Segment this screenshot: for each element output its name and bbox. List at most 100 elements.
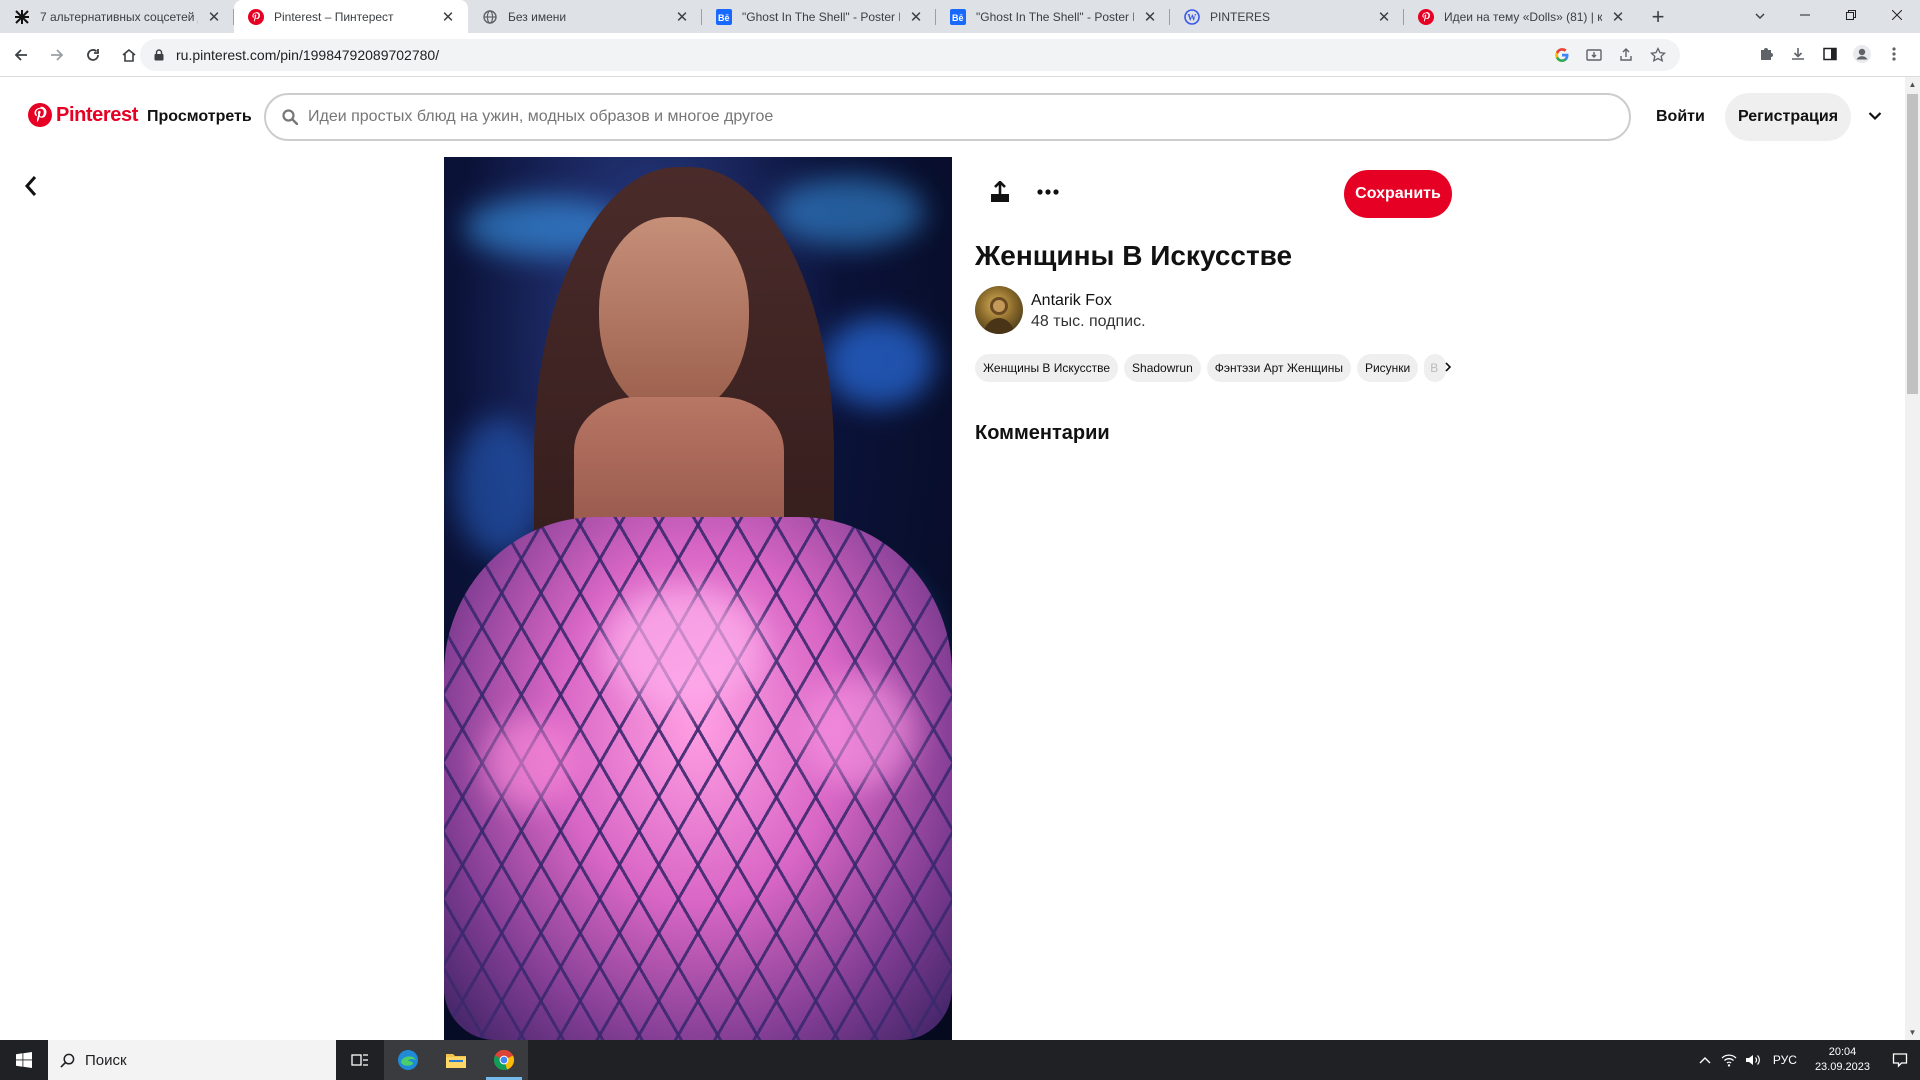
- related-tags: Женщины В Искусстве Shadowrun Фэнтэзи Ар…: [975, 354, 1455, 384]
- windows-start-icon[interactable]: [0, 1040, 48, 1080]
- forward-arrow-icon[interactable]: [42, 40, 72, 70]
- lock-icon: [154, 49, 164, 61]
- behance-icon: Bē: [716, 8, 732, 25]
- reload-icon[interactable]: [78, 40, 108, 70]
- google-translate-icon[interactable]: [1550, 43, 1574, 67]
- pinterest-icon: [1418, 8, 1434, 25]
- pinterest-page: Pinterest Просмотреть Идеи простых блюд …: [0, 77, 1905, 1040]
- notifications-icon[interactable]: [1880, 1040, 1920, 1080]
- task-view-icon[interactable]: [336, 1040, 384, 1080]
- browser-tab-active[interactable]: Pinterest – Пинтерест ✕: [234, 0, 468, 33]
- tab-title: Pinterest – Пинтерест: [274, 9, 394, 24]
- taskbar-search-placeholder: Поиск: [85, 1051, 127, 1069]
- back-arrow-icon[interactable]: [6, 40, 36, 70]
- browser-tab[interactable]: Bē "Ghost In The Shell" - Poster Pos ✕: [702, 0, 936, 33]
- close-tab-icon[interactable]: ✕: [440, 9, 456, 26]
- window-controls: [1782, 0, 1920, 33]
- downloads-icon[interactable]: [1786, 42, 1810, 66]
- tab-title: Идеи на тему «Dolls» (81) | кук: [1444, 9, 1602, 24]
- file-explorer-icon[interactable]: [432, 1040, 480, 1080]
- pinterest-icon: [248, 8, 264, 25]
- new-tab-button[interactable]: +: [1642, 0, 1674, 33]
- clock-date: 23.09.2023: [1814, 1061, 1870, 1073]
- install-app-icon[interactable]: [1582, 43, 1606, 67]
- chrome-icon[interactable]: [480, 1040, 528, 1080]
- scrollbar-thumb[interactable]: [1907, 94, 1918, 394]
- volume-icon[interactable]: [1741, 1040, 1765, 1080]
- edge-browser-icon[interactable]: [384, 1040, 432, 1080]
- wordpress-icon: W: [1184, 8, 1200, 25]
- browse-link[interactable]: Просмотреть: [147, 108, 252, 126]
- close-tab-icon[interactable]: ✕: [1142, 9, 1158, 26]
- pin-title: Женщины В Искусстве: [975, 240, 1293, 271]
- close-tab-icon[interactable]: ✕: [1610, 9, 1626, 26]
- save-pin-button[interactable]: Сохранить: [1344, 170, 1452, 218]
- scroll-up-icon[interactable]: ▲: [1905, 77, 1920, 92]
- url-text: ru.pinterest.com/pin/19984792089702780/: [176, 47, 440, 63]
- side-panel-icon[interactable]: [1818, 42, 1842, 66]
- extensions-area: [1754, 42, 1906, 66]
- system-tray: РУС 20:04 23.09.2023: [1693, 1040, 1920, 1080]
- extensions-puzzle-icon[interactable]: [1754, 42, 1778, 66]
- address-bar[interactable]: ru.pinterest.com/pin/19984792089702780/: [140, 39, 1680, 71]
- browser-tab[interactable]: 7 альтернативных соцсетей для ✕: [0, 0, 234, 33]
- svg-text:W: W: [1187, 12, 1196, 22]
- pinterest-logo-text: Pinterest: [56, 103, 138, 126]
- input-language[interactable]: РУС: [1765, 1053, 1805, 1067]
- tag-chip[interactable]: Фэнтэзи Арт Женщины: [1206, 354, 1351, 382]
- globe-icon: [482, 9, 498, 25]
- tag-chip[interactable]: Женщины В Искусстве: [975, 354, 1119, 382]
- pinterest-logo-icon: [28, 103, 52, 127]
- author-name[interactable]: Antarik Fox: [1031, 292, 1112, 310]
- close-tab-icon[interactable]: ✕: [206, 9, 222, 26]
- close-tab-icon[interactable]: ✕: [1376, 9, 1392, 26]
- behance-icon: Bē: [950, 8, 966, 25]
- more-options-icon[interactable]: [1030, 174, 1066, 210]
- back-arrow-icon[interactable]: [18, 173, 44, 199]
- clock-time: 20:04: [1828, 1046, 1857, 1058]
- pinterest-logo[interactable]: Pinterest: [28, 103, 138, 127]
- taskbar-search-box[interactable]: Поиск: [48, 1040, 336, 1080]
- tab-title: "Ghost In The Shell" - Poster Pos: [742, 9, 900, 24]
- browser-menu-kebab-icon[interactable]: [1882, 42, 1906, 66]
- author-avatar[interactable]: [975, 286, 1023, 334]
- share-icon[interactable]: [982, 174, 1018, 210]
- tray-chevron-up-icon[interactable]: [1693, 1040, 1717, 1080]
- network-icon[interactable]: [1717, 1040, 1741, 1080]
- bookmark-star-icon[interactable]: [1646, 43, 1670, 67]
- search-icon: [282, 109, 298, 125]
- signup-button[interactable]: Регистрация: [1725, 93, 1851, 141]
- login-button[interactable]: Войти: [1656, 108, 1705, 126]
- browser-tab[interactable]: Идеи на тему «Dolls» (81) | кук ✕: [1404, 0, 1638, 33]
- tab-title: 7 альтернативных соцсетей для: [40, 9, 198, 24]
- browser-tab[interactable]: Bē "Ghost In The Shell" - Poster Pos ✕: [936, 0, 1170, 33]
- tag-chip[interactable]: Shadowrun: [1124, 354, 1201, 382]
- restore-icon[interactable]: [1828, 0, 1874, 30]
- zen-icon: [14, 9, 30, 25]
- browser-tab[interactable]: W PINTERES ✕: [1170, 0, 1404, 33]
- minimize-icon[interactable]: [1782, 0, 1828, 30]
- page-scrollbar[interactable]: ▲ ▼: [1905, 77, 1920, 1040]
- tab-search-chevron-icon[interactable]: [1748, 4, 1772, 28]
- close-tab-icon[interactable]: ✕: [908, 9, 924, 26]
- search-icon: [60, 1053, 75, 1068]
- close-tab-icon[interactable]: ✕: [674, 9, 690, 26]
- windows-taskbar: Поиск РУС 20:04 23.09.2023: [0, 1040, 1920, 1080]
- browser-tab[interactable]: Без имени ✕: [468, 0, 702, 33]
- browser-toolbar: ru.pinterest.com/pin/19984792089702780/: [0, 33, 1920, 77]
- chevron-right-icon[interactable]: [1438, 357, 1458, 377]
- share-page-icon[interactable]: [1614, 43, 1638, 67]
- chevron-down-icon[interactable]: [1864, 105, 1886, 127]
- profile-avatar-icon[interactable]: [1850, 42, 1874, 66]
- system-clock[interactable]: 20:04 23.09.2023: [1805, 1045, 1880, 1075]
- pin-image[interactable]: [444, 157, 952, 1040]
- close-window-icon[interactable]: [1874, 0, 1920, 30]
- tag-chip[interactable]: Рисунки: [1356, 354, 1419, 382]
- author-followers: 48 тыс. подпис.: [1031, 313, 1146, 330]
- svg-text:Bē: Bē: [718, 13, 730, 23]
- scroll-down-icon[interactable]: ▼: [1905, 1025, 1920, 1040]
- search-input[interactable]: Идеи простых блюд на ужин, модных образо…: [264, 93, 1631, 141]
- tab-title: "Ghost In The Shell" - Poster Pos: [976, 9, 1134, 24]
- tab-title: PINTERES: [1210, 9, 1271, 24]
- tab-title: Без имени: [508, 9, 567, 24]
